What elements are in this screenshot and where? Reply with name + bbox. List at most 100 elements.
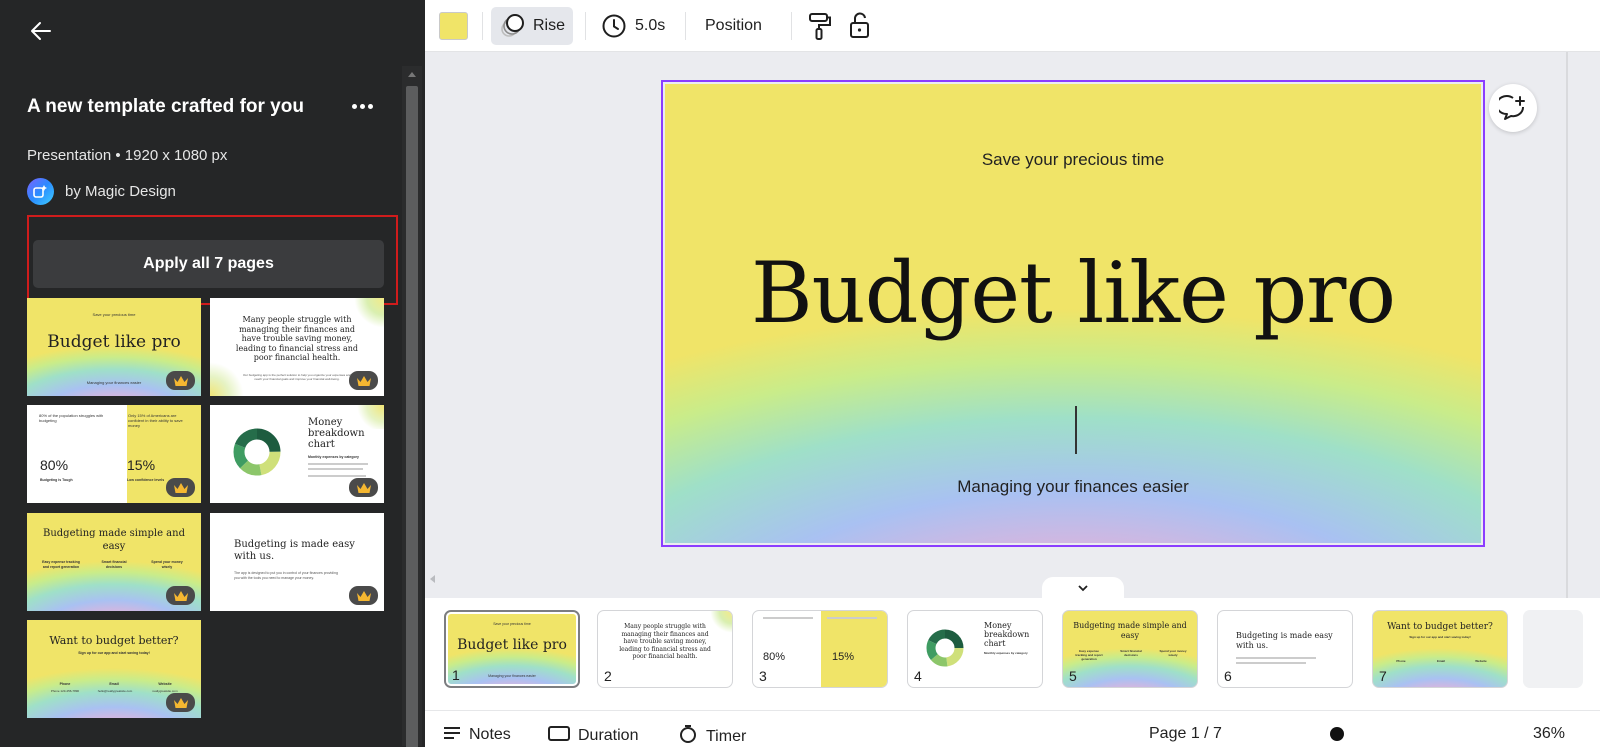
page-indicator[interactable]: Page 1 / 7 bbox=[1149, 725, 1222, 743]
thumb-title: Want to budget better? bbox=[49, 634, 179, 647]
duration-footer-button[interactable]: Duration bbox=[548, 725, 638, 746]
crown-icon bbox=[349, 478, 378, 497]
editor-footer: Notes Duration Timer Page 1 / 7 36% bbox=[425, 710, 1600, 747]
position-button[interactable]: Position bbox=[697, 7, 770, 45]
crown-icon bbox=[166, 371, 195, 390]
notes-icon bbox=[443, 725, 461, 744]
page-indicator-label: Page 1 / 7 bbox=[1149, 725, 1222, 742]
zoom-level[interactable]: 36% bbox=[1533, 725, 1565, 743]
thumb-title: Budgeting is made easy with us. bbox=[234, 539, 355, 562]
page-number: 7 bbox=[1379, 668, 1387, 684]
page-thumb-body: Many people struggle with managing their… bbox=[619, 623, 711, 660]
template-thumb-2[interactable]: Many people struggle with managing their… bbox=[210, 298, 384, 396]
donut-chart-graphic bbox=[926, 629, 964, 667]
magic-design-panel: A new template crafted for you Presentat… bbox=[0, 0, 425, 747]
page-thumb-contact: Phone bbox=[1396, 659, 1406, 663]
template-thumb-5[interactable]: Budgeting made simple and easy Easy expe… bbox=[27, 513, 201, 611]
thumb-title: Money breakdown chart bbox=[308, 417, 365, 450]
page-thumb-7[interactable]: Want to budget better? Sign up for our a… bbox=[1372, 610, 1508, 688]
panel-scrollbar-thumb[interactable] bbox=[406, 86, 418, 747]
template-thumb-4[interactable]: Money breakdown chart Monthly expenses b… bbox=[210, 405, 384, 503]
page-thumb-stat: 15% bbox=[832, 651, 855, 663]
timer-button[interactable]: Timer bbox=[678, 725, 746, 747]
crown-icon bbox=[166, 478, 195, 497]
page-thumb-contact: Website bbox=[1475, 659, 1487, 663]
crown-icon bbox=[166, 693, 195, 712]
page-thumb-4[interactable]: Money breakdown chart Monthly expenses b… bbox=[907, 610, 1043, 688]
thumb-column: Smart financial decisions bbox=[101, 560, 127, 569]
page-thumb-subtitle: Sign up for our app and start saving tod… bbox=[1409, 635, 1471, 639]
rise-animation-icon bbox=[501, 14, 524, 37]
zoom-slider-handle[interactable] bbox=[1330, 727, 1344, 741]
author-label: by Magic Design bbox=[65, 182, 176, 200]
slide-1-canvas[interactable]: Save your precious time Budget like pro … bbox=[665, 84, 1481, 543]
magic-design-icon bbox=[27, 177, 54, 205]
page-thumb-stat: 80% bbox=[763, 651, 786, 663]
thumb-caption: Budgeting is Tough bbox=[40, 478, 73, 482]
page-number: 4 bbox=[914, 668, 922, 684]
template-thumb-3[interactable]: 80% of the population struggles with bud… bbox=[27, 405, 201, 503]
duration-icon bbox=[548, 725, 570, 746]
page-thumb-title: Money breakdown chart bbox=[984, 621, 1030, 648]
donut-chart-graphic bbox=[233, 428, 281, 476]
page-number: 6 bbox=[1224, 668, 1232, 684]
add-page-button[interactable] bbox=[1523, 610, 1583, 688]
animation-button[interactable]: Rise bbox=[491, 7, 574, 45]
page-thumb-column: Spend your money wisely bbox=[1159, 649, 1187, 657]
page-thumb-subtitle: Save your precious time bbox=[493, 622, 531, 626]
thumb-contact-value: hello@reallygreatsite.com bbox=[97, 689, 133, 693]
notes-label: Notes bbox=[469, 725, 511, 743]
author-row: by Magic Design bbox=[27, 177, 176, 205]
page-number: 2 bbox=[604, 668, 612, 684]
slide-selection-frame[interactable]: Save your precious time Budget like pro … bbox=[661, 80, 1485, 547]
duration-button[interactable]: 5.0s bbox=[593, 7, 673, 45]
template-thumb-1[interactable]: Save your precious time Budget like pro … bbox=[27, 298, 201, 396]
page-thumb-2[interactable]: Many people struggle with managing their… bbox=[597, 610, 733, 688]
slide-title[interactable]: Budget like pro bbox=[665, 244, 1481, 342]
page-number: 1 bbox=[452, 667, 460, 683]
page-thumb-1[interactable]: Save your precious time Budget like pro … bbox=[444, 610, 580, 688]
add-comment-button[interactable] bbox=[1489, 84, 1537, 132]
thumb-title: Budgeting made simple and easy bbox=[42, 528, 185, 552]
thumb-column: Spend your money wisely bbox=[151, 560, 183, 569]
canvas-scrollbar[interactable] bbox=[1566, 52, 1568, 598]
crown-icon bbox=[349, 371, 378, 390]
slide-subtitle[interactable]: Save your precious time bbox=[665, 150, 1481, 170]
more-icon[interactable] bbox=[352, 96, 382, 116]
scroll-up-arrow-icon[interactable] bbox=[408, 72, 416, 77]
template-thumb-7[interactable]: Want to budget better? Sign up for our a… bbox=[27, 620, 201, 718]
unlock-icon[interactable] bbox=[843, 9, 877, 43]
apply-all-pages-button[interactable]: Apply all 7 pages bbox=[33, 240, 384, 288]
page-thumb-contact: Email bbox=[1436, 659, 1445, 663]
page-thumb-3[interactable]: 80% 15% 3 bbox=[752, 610, 888, 688]
slide-tagline[interactable]: Managing your finances easier bbox=[665, 477, 1481, 497]
editor-root: A new template crafted for you Presentat… bbox=[0, 0, 1600, 747]
thumb-caption: Low confidence levels bbox=[127, 478, 165, 482]
panel-scrollbar[interactable] bbox=[402, 66, 422, 747]
back-arrow-icon[interactable] bbox=[28, 18, 54, 44]
page-thumb-6[interactable]: Budgeting is made easy with us. 6 bbox=[1217, 610, 1353, 688]
page-thumb-title: Budgeting made simple and easy bbox=[1073, 621, 1187, 640]
thumb-note: Only 15% of Americans are confident in t… bbox=[128, 413, 183, 428]
crown-icon bbox=[166, 586, 195, 605]
chevron-down-icon bbox=[1078, 585, 1088, 592]
thumb-small: Our budgeting app is the perfect solutio… bbox=[242, 373, 352, 381]
thumb-contact-label: Email bbox=[109, 682, 119, 686]
page-thumb-5[interactable]: Budgeting made simple and easy Easy expe… bbox=[1062, 610, 1198, 688]
page-thumb-title: Budgeting is made easy with us. bbox=[1236, 631, 1333, 650]
template-thumb-6[interactable]: Budgeting is made easy with us. The app … bbox=[210, 513, 384, 611]
zoom-label: 36% bbox=[1533, 725, 1566, 742]
scroll-left-arrow-icon[interactable] bbox=[430, 575, 435, 583]
position-label: Position bbox=[705, 17, 762, 34]
notes-button[interactable]: Notes bbox=[443, 725, 511, 744]
page-thumb-column: Easy expense tracking and report generat… bbox=[1075, 649, 1103, 661]
background-color-swatch[interactable] bbox=[439, 12, 468, 40]
timer-icon bbox=[678, 725, 698, 747]
toggle-pages-button[interactable] bbox=[1042, 577, 1124, 599]
thumb-subtitle: Sign up for our app and start saving tod… bbox=[78, 651, 150, 655]
page-thumb-subtitle: Monthly expenses by category bbox=[984, 651, 1028, 655]
pages-strip: Save your precious time Budget like pro … bbox=[425, 598, 1600, 710]
thumb-note: 80% of the population struggles with bud… bbox=[39, 413, 104, 423]
paint-roller-icon[interactable] bbox=[803, 9, 837, 43]
text-cursor bbox=[1075, 406, 1077, 454]
